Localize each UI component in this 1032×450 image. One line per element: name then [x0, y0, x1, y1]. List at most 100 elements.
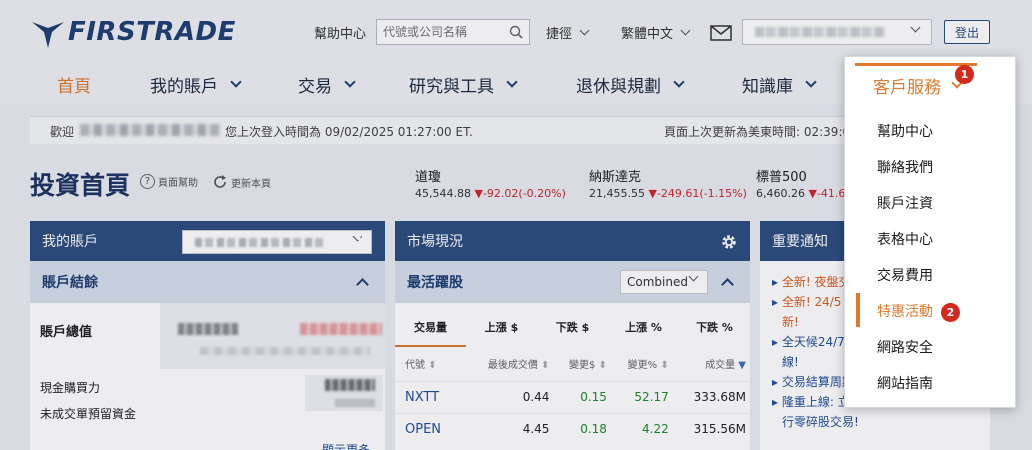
tab-loss-percent[interactable]: 下跌 % [679, 303, 750, 347]
table-row: OPEN 4.45 0.18 4.22 315.56M [395, 412, 750, 445]
gear-icon[interactable] [720, 233, 738, 251]
symbol-search[interactable] [376, 19, 530, 45]
column-header-symbol[interactable]: 代號 ⬍ [395, 347, 464, 381]
panel-title: 重要通知 [772, 234, 828, 250]
cash-buying-power-label: 現金購買力 [40, 381, 101, 395]
tab-gain-percent[interactable]: 上漲 % [608, 303, 679, 347]
market-tabs: 交易量 上漲 $ 下跌 $ 上漲 % 下跌 % [395, 303, 750, 347]
logo-text: FIRSTRADE [68, 17, 236, 47]
panel-account-selector[interactable] [182, 230, 372, 254]
page-help-link[interactable]: ? 頁面幫助 [140, 174, 198, 189]
column-header-last[interactable]: 最後成交價 ⬍ [464, 347, 554, 381]
ticker-nasdaq[interactable]: 納斯達克 21,455.55 ▼-249.61(-1.15%) [589, 166, 747, 200]
chevron-down-icon [805, 76, 817, 88]
nav-label: 退休與規劃 [576, 77, 661, 97]
list-item[interactable]: 行零碎股交易! [772, 413, 980, 431]
ticker-dow[interactable]: 道瓊 45,544.88 ▼-92.02(-0.20%) [415, 166, 566, 200]
account-selector[interactable] [742, 19, 932, 45]
balance-subheader[interactable]: 賬戶結餘 [30, 261, 385, 303]
volume: 315.56M [672, 412, 750, 445]
menu-item-forms-center[interactable]: 表格中心 [877, 229, 933, 249]
tab-gain-dollar[interactable]: 上漲 $ [466, 303, 537, 347]
shortcuts-label: 捷徑 [546, 26, 573, 42]
nav-retirement[interactable]: 退休與規劃 [576, 72, 685, 97]
ticker-name: 道瓊 [415, 170, 442, 185]
chevron-down-icon [673, 76, 685, 88]
menu-item-site-guide[interactable]: 網站指南 [877, 373, 933, 393]
chevron-down-icon [680, 25, 691, 35]
menu-item-promotions[interactable]: 特惠活動 [877, 301, 933, 321]
column-header-change[interactable]: 變更$ ⬍ [553, 347, 611, 381]
masked-balance [305, 375, 383, 411]
nav-home[interactable]: 首頁 [57, 72, 91, 97]
change-percent: 4.22 [610, 412, 673, 445]
open-order-reserve-label: 未成交單預留資金 [40, 407, 137, 421]
chevron-up-icon[interactable] [356, 278, 369, 291]
nav-trade[interactable]: 交易 [298, 72, 356, 97]
balance-body: 賬戶總值 現金購買力 未成交單預留資金 顯示更多 [30, 303, 385, 450]
symbol-link[interactable]: OPEN [395, 412, 464, 445]
nav-label: 交易 [298, 77, 332, 97]
ticker-name: 納斯達克 [589, 170, 642, 185]
account-total-masked [160, 303, 385, 369]
my-account-panel: 我的賬戶 賬戶結餘 賬戶總值 現金購買力 未成交單預留資金 顯示更多 [30, 221, 385, 450]
market-filter-select[interactable]: Combined [620, 270, 708, 294]
tab-loss-dollar[interactable]: 下跌 $ [537, 303, 608, 347]
chevron-down-icon [579, 25, 590, 35]
step-badge-1: 1 [955, 65, 974, 84]
shortcuts-menu[interactable]: 捷徑 [546, 20, 590, 44]
chevron-down-icon [506, 76, 518, 88]
language-label: 繁體中文 [621, 26, 674, 42]
column-header-change-pct[interactable]: 變更% ⬍ [611, 347, 673, 381]
refresh-page-link[interactable]: 更新本頁 [212, 174, 271, 190]
search-icon[interactable] [505, 21, 527, 43]
most-active-subheader[interactable]: 最活躍股 Combined [395, 261, 750, 303]
volume: 333.68M [672, 380, 750, 413]
masked-account-number [195, 238, 325, 247]
most-active-table: 代號 ⬍ 最後成交價 ⬍ 變更$ ⬍ 變更% ⬍ 成交量 ▼ NXTT 0.44… [395, 347, 750, 445]
menu-item-contact-us[interactable]: 聯絡我們 [877, 157, 933, 177]
menu-item-cyber-security[interactable]: 網路安全 [877, 337, 933, 357]
firstrade-logo[interactable]: FIRSTRADE [30, 14, 236, 50]
customer-service-dropdown: 客戶服務 1 幫助中心 聯絡我們 賬戶注資 表格中心 交易費用 特惠活動 2 網… [844, 56, 1016, 408]
logout-button[interactable]: 登出 [944, 20, 990, 44]
active-indicator [856, 293, 860, 327]
change-dollar: 0.15 [553, 380, 611, 413]
last-price: 4.45 [463, 412, 554, 445]
ticker-change: ▼-92.02(-0.20%) [474, 187, 566, 200]
nav-label: 研究與工具 [409, 77, 494, 97]
symbol-link[interactable]: NXTT [395, 380, 464, 413]
chevron-down-icon [910, 22, 921, 33]
account-total-label: 賬戶總值 [40, 325, 93, 340]
nav-research-tools[interactable]: 研究與工具 [409, 72, 518, 97]
column-header-volume[interactable]: 成交量 ▼ [673, 347, 750, 381]
gear-icon[interactable] [355, 233, 373, 251]
top-header: FIRSTRADE 幫助中心 捷徑 繁體中文 登出 [0, 0, 1032, 64]
change-percent: 52.17 [610, 380, 673, 413]
panel-title: 我的賬戶 [42, 234, 98, 250]
search-input[interactable] [377, 21, 505, 43]
chevron-down-icon [688, 271, 699, 282]
menu-item-help-center[interactable]: 幫助中心 [877, 121, 933, 141]
nav-my-account[interactable]: 我的賬戶 [150, 72, 242, 97]
chevron-up-icon[interactable] [721, 278, 734, 291]
ticker-value: 21,455.55 [589, 187, 645, 200]
show-more-link[interactable]: 顯示更多 [322, 441, 370, 450]
masked-value [178, 323, 238, 335]
market-header: 市場現況 [395, 221, 750, 261]
panel-title: 市場現況 [407, 234, 463, 250]
help-center-link[interactable]: 幫助中心 [314, 20, 366, 44]
last-updated-text: 頁面上次更新為美東時間: 02:39:0 [664, 125, 851, 139]
mail-icon[interactable] [710, 21, 732, 45]
language-menu[interactable]: 繁體中文 [621, 20, 691, 44]
nav-knowledge[interactable]: 知識庫 [742, 72, 817, 97]
ticker-change: ▼-249.61(-1.15%) [648, 187, 747, 200]
page-help-label: 頁面幫助 [158, 178, 198, 189]
masked-value [300, 323, 382, 335]
ticker-value: 6,460.26 [756, 187, 805, 200]
logo-arrow-icon [32, 22, 64, 48]
menu-item-trading-fees[interactable]: 交易費用 [877, 265, 933, 285]
masked-value [335, 399, 375, 407]
menu-item-fund-account[interactable]: 賬戶注資 [877, 193, 933, 213]
tab-volume[interactable]: 交易量 [395, 303, 466, 347]
